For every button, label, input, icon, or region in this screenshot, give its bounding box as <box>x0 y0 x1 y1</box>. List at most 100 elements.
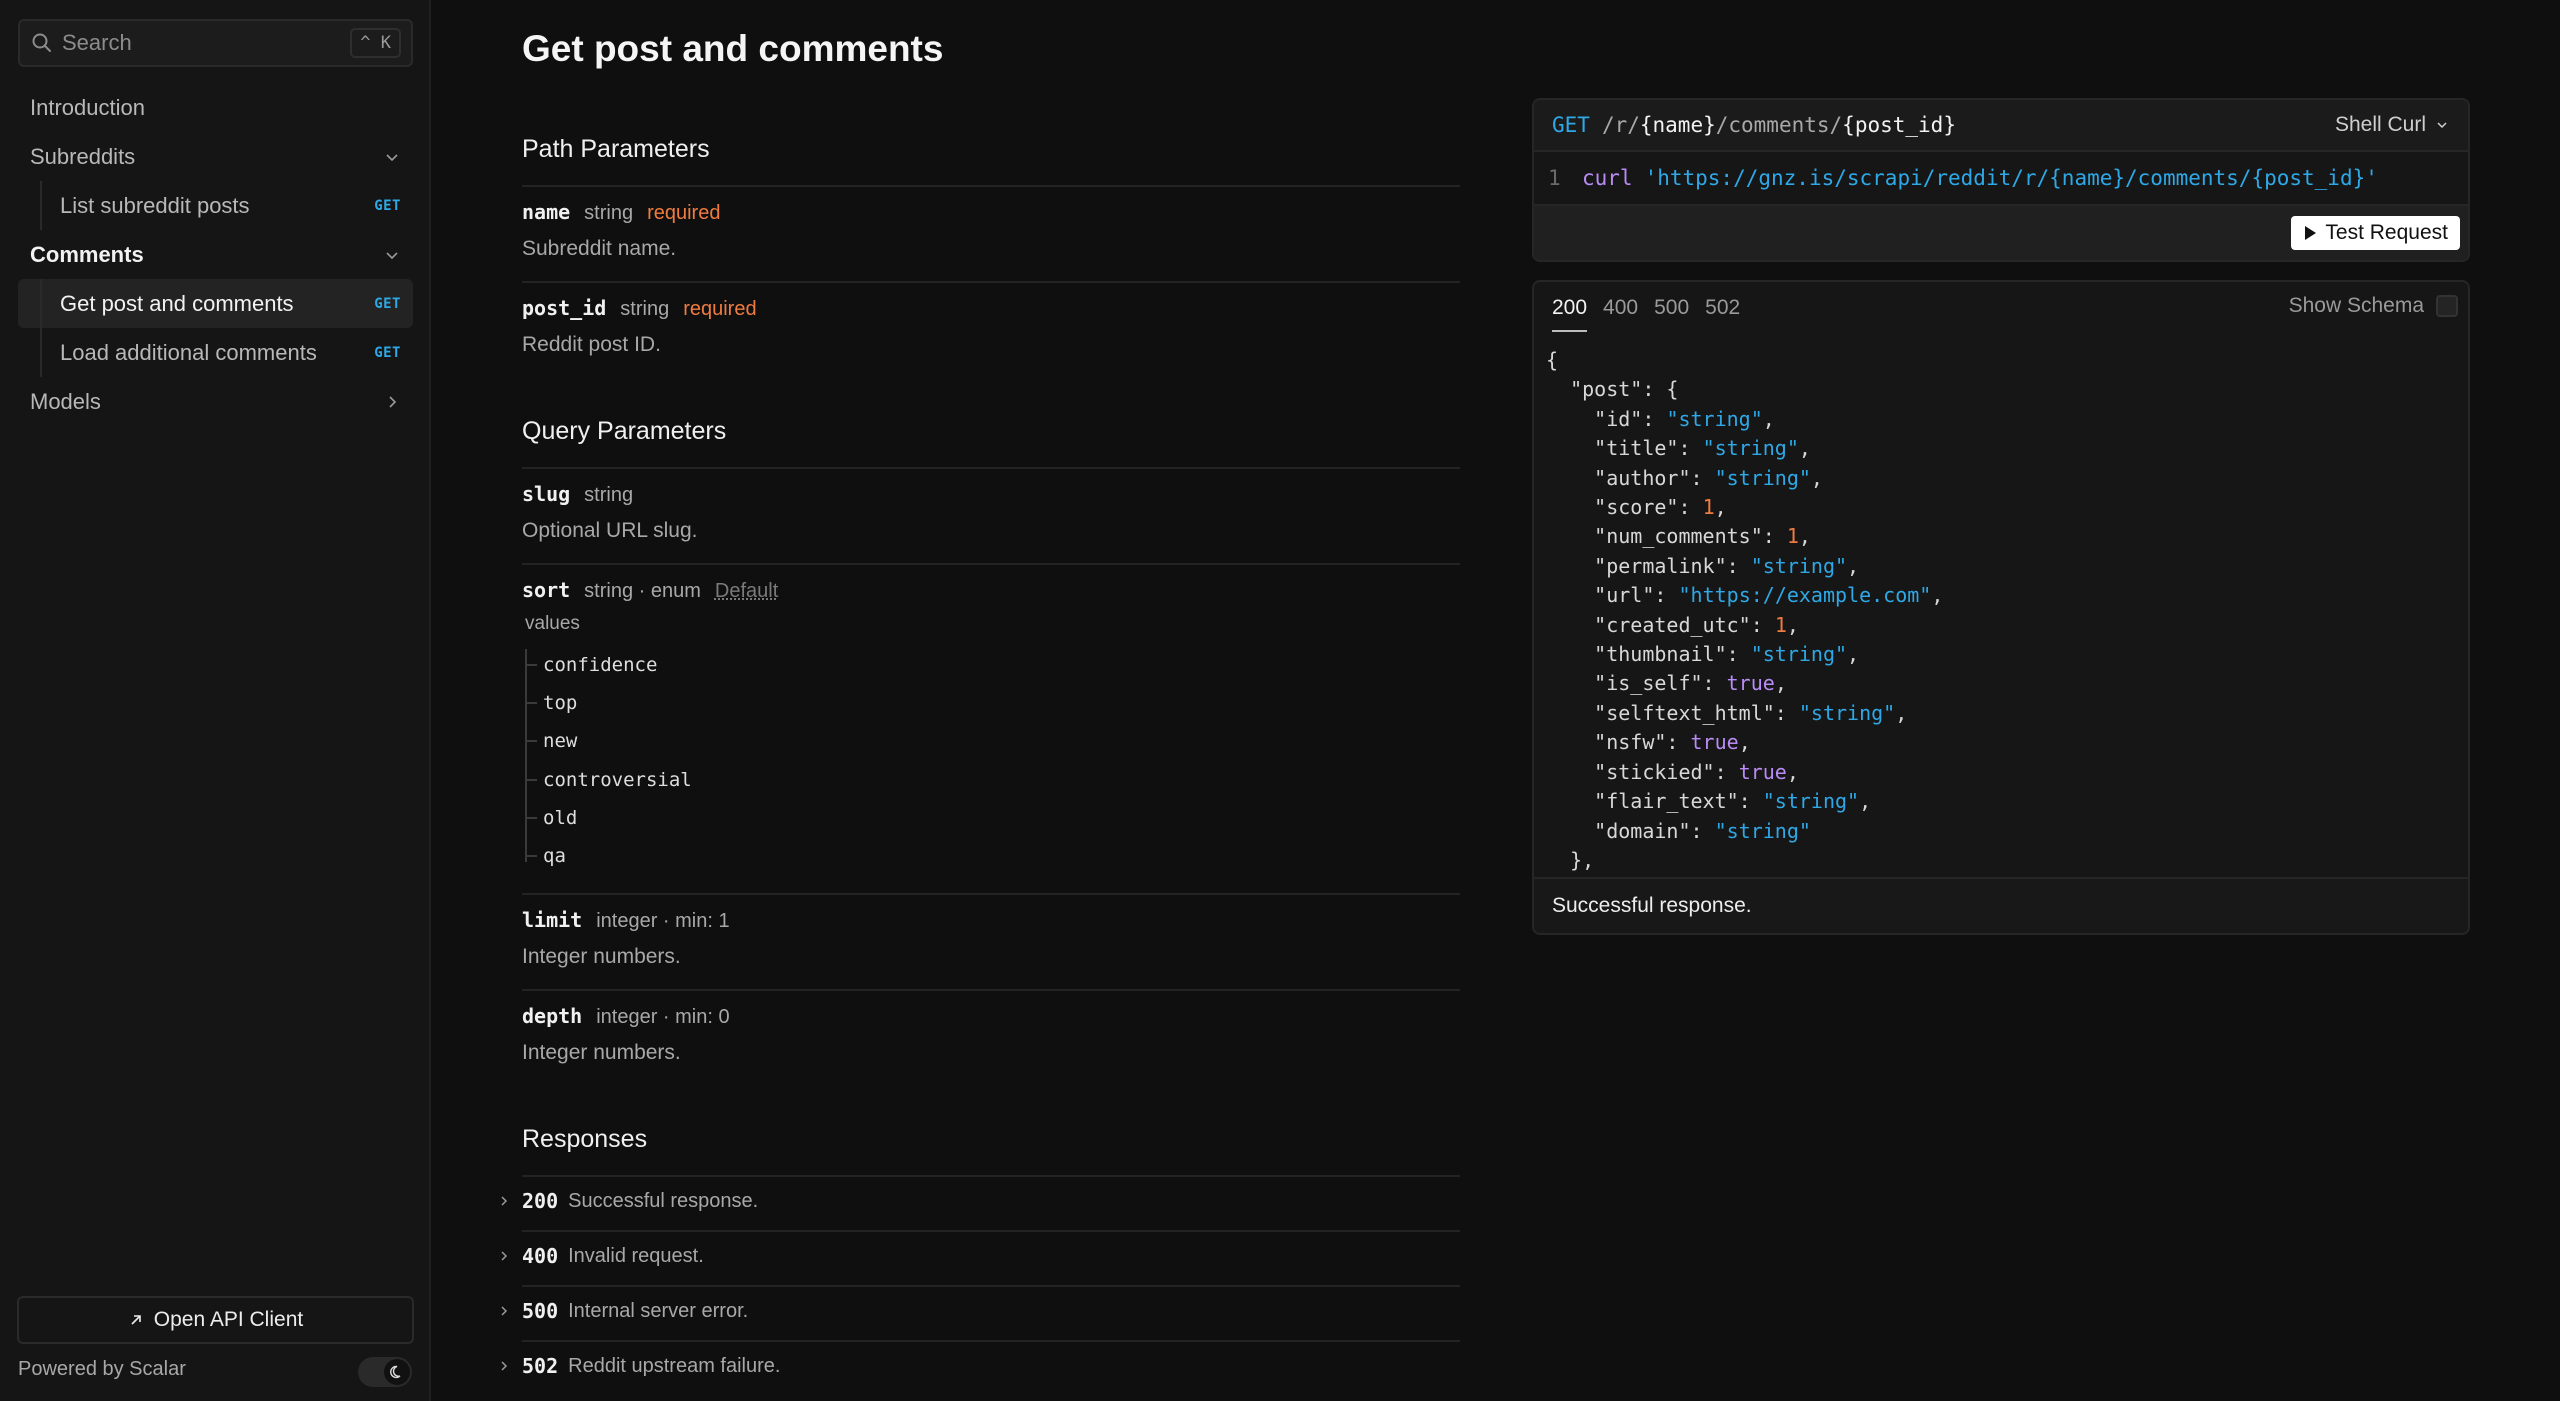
response-tabs: 200 400 500 502 Show Schema <box>1534 282 2468 334</box>
json-line: { <box>1546 346 1943 375</box>
sidebar-nav: Introduction Subreddits List subreddit p… <box>18 83 413 426</box>
json-key: "stickied" <box>1594 759 1715 784</box>
test-request-button[interactable]: Test Request <box>2291 216 2460 250</box>
test-request-label: Test Request <box>2325 221 2448 244</box>
json-key: "thumbnail" <box>1594 642 1727 667</box>
request-method: GET <box>1552 113 1590 137</box>
json-line: "domain": "string" <box>1594 818 1811 843</box>
json-key: "nsfw" <box>1594 730 1667 755</box>
sidebar-item-models[interactable]: Models <box>18 377 413 426</box>
param-slug-row: slug string <box>522 482 633 507</box>
json-value: true <box>1690 730 1739 755</box>
param-type: integer · min: 1 <box>596 910 730 932</box>
dark-mode-toggle[interactable] <box>358 1357 412 1387</box>
json-value: "string" <box>1750 553 1848 578</box>
sidebar-item-label: Models <box>30 388 101 414</box>
tab-200[interactable]: 200 <box>1552 296 1588 332</box>
sidebar-item-subreddits[interactable]: Subreddits <box>18 132 413 181</box>
nav-indent-line <box>40 328 42 377</box>
response-row-500[interactable]: 500 Internal server error. <box>496 1299 748 1323</box>
sidebar-item-introduction[interactable]: Introduction <box>18 83 413 132</box>
param-type: string <box>620 298 670 320</box>
enum-value: qa <box>525 845 566 867</box>
json-key: "flair_text" <box>1594 789 1739 814</box>
sidebar-item-label: Comments <box>30 241 144 267</box>
divider <box>522 989 1460 991</box>
chevron-down-icon <box>386 251 398 259</box>
param-desc: Optional URL slug. <box>522 519 698 542</box>
tab-502[interactable]: 502 <box>1705 296 1740 320</box>
json-line: "thumbnail": "string", <box>1594 642 1860 667</box>
json-key: "url" <box>1594 583 1655 608</box>
json-value: "string" <box>1714 465 1811 490</box>
json-value: "string" <box>1702 436 1799 461</box>
json-line: "stickied": true, <box>1594 759 1799 784</box>
sidebar-item-label: List subreddit posts <box>60 192 250 218</box>
language-select[interactable]: Shell Curl <box>2335 113 2450 137</box>
json-key: "permalink" <box>1594 553 1727 578</box>
open-api-client-button[interactable]: Open API Client <box>17 1296 414 1344</box>
json-value: true <box>1738 759 1787 784</box>
sidebar-item-get-post-and-comments[interactable]: Get post and comments GET <box>18 279 413 328</box>
show-schema-toggle[interactable]: Show Schema <box>2289 294 2458 318</box>
json-brace: { <box>1546 348 1559 372</box>
param-type: integer · min: 0 <box>596 1006 730 1028</box>
json-key: "title" <box>1594 436 1679 461</box>
response-row-400[interactable]: 400 Invalid request. <box>496 1244 704 1268</box>
tab-400[interactable]: 400 <box>1603 296 1638 320</box>
json-value: "string" <box>1798 700 1896 725</box>
search-input[interactable]: Search ^ K <box>18 19 413 67</box>
method-badge: GET <box>374 344 401 361</box>
response-desc: Internal server error. <box>568 1299 749 1322</box>
json-line: "permalink": "string", <box>1594 553 1860 578</box>
external-arrow-icon <box>131 1315 141 1325</box>
json-line: "id": "string", <box>1594 406 1775 431</box>
divider <box>522 281 1460 283</box>
divider <box>522 1340 1460 1342</box>
response-footer: Successful response. <box>1534 877 2468 933</box>
sidebar-item-list-subreddit-posts[interactable]: List subreddit posts GET <box>18 181 413 230</box>
response-example-panel: 200 400 500 502 Show Schema { "post": { … <box>1532 280 2470 935</box>
param-depth-row: depth integer · min: 0 <box>522 1004 730 1029</box>
response-code: 500 <box>522 1299 559 1323</box>
language-select-label: Shell Curl <box>2334 113 2426 136</box>
param-default-link[interactable]: Default <box>715 580 778 603</box>
request-path: /r/{name}/comments/{post_id} <box>1601 113 1956 137</box>
moon-icon <box>384 1359 410 1385</box>
param-desc: Subreddit name. <box>522 237 677 260</box>
param-desc: Reddit post ID. <box>522 333 661 356</box>
chevron-right-icon <box>501 1361 508 1371</box>
json-line: "is_self": true, <box>1594 671 1787 696</box>
search-placeholder: Search <box>62 30 132 55</box>
request-code-block: 1 curl 'https://gnz.is/scrapi/reddit/r/{… <box>1534 152 2468 206</box>
response-code: 400 <box>522 1244 559 1268</box>
divider <box>522 563 1460 565</box>
chevron-down-icon <box>2437 122 2447 129</box>
show-schema-checkbox[interactable] <box>2436 295 2458 317</box>
play-icon <box>2305 226 2317 240</box>
response-desc: Reddit upstream failure. <box>568 1354 781 1377</box>
json-key: "author" <box>1594 465 1691 490</box>
enum-value: new <box>525 730 577 752</box>
json-line: }, <box>1546 846 1943 875</box>
tab-500[interactable]: 500 <box>1654 296 1689 320</box>
enum-value: top <box>525 692 577 714</box>
response-desc: Successful response. <box>568 1189 759 1212</box>
request-header: GET /r/{name}/comments/{post_id} Shell C… <box>1534 100 2468 152</box>
sidebar: Search ^ K Introduction Subreddits List … <box>0 0 431 1401</box>
json-key: "selftext_html" <box>1594 700 1775 725</box>
chevron-right-icon <box>501 1251 508 1261</box>
param-name: sort <box>522 578 571 602</box>
response-row-200[interactable]: 200 Successful response. <box>496 1189 758 1213</box>
query-params-heading: Query Parameters <box>522 417 727 445</box>
json-value: 1 <box>1774 612 1787 637</box>
json-line: "score": 1, <box>1594 495 1727 520</box>
json-value: "https://example.com" <box>1678 583 1932 608</box>
divider <box>522 1285 1460 1287</box>
search-shortcut: ^ K <box>350 28 401 58</box>
sidebar-item-load-additional-comments[interactable]: Load additional comments GET <box>18 328 413 377</box>
sidebar-item-comments[interactable]: Comments <box>18 230 413 279</box>
response-row-502[interactable]: 502 Reddit upstream failure. <box>496 1354 780 1378</box>
json-key: "id" <box>1594 406 1643 431</box>
chevron-right-icon <box>501 1196 508 1206</box>
